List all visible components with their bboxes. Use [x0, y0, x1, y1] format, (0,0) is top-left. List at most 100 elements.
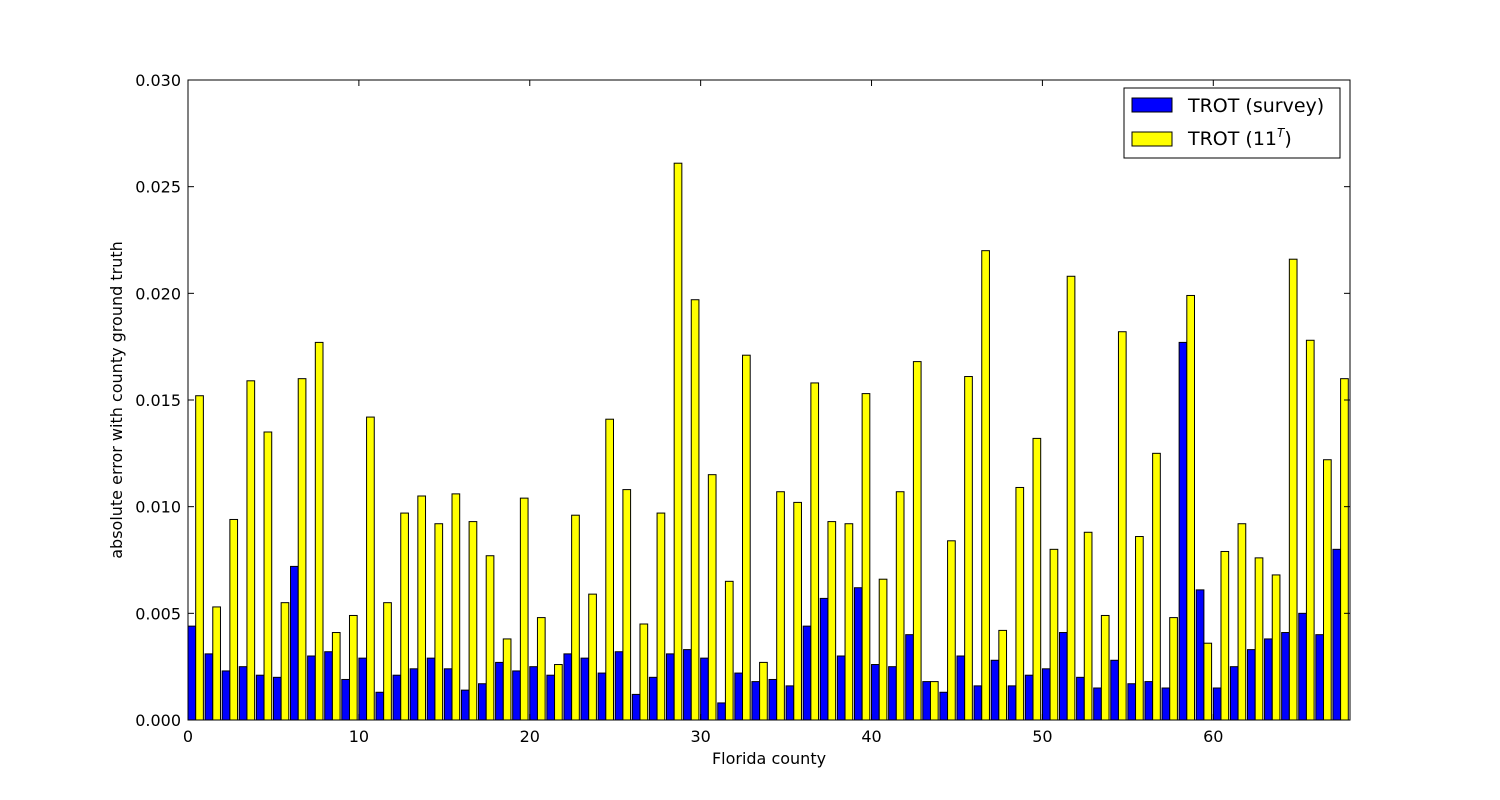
bar-survey-52: [1076, 676, 1085, 721]
bar-11t-13: [417, 495, 427, 721]
bar-survey-64: [1281, 632, 1290, 721]
bar-survey-35: [785, 685, 795, 721]
x-tick-label: 30: [690, 727, 710, 746]
bar-survey-25: [614, 651, 624, 721]
bar-survey-51: [1059, 632, 1068, 721]
bar-survey-7: [307, 655, 316, 721]
bar-11t-47: [998, 629, 1008, 721]
legend-swatch-survey: [1131, 97, 1173, 113]
bar-11t-48: [1015, 486, 1025, 721]
bar-11t-41: [895, 491, 905, 721]
bar-survey-49: [1024, 674, 1034, 721]
bar-11t-53: [1100, 614, 1110, 721]
bar-11t-9: [348, 614, 358, 721]
bar-survey-27: [648, 676, 658, 721]
bar-survey-59: [1195, 589, 1205, 721]
y-tick-label: 0.000: [135, 711, 181, 730]
bar-survey-11: [375, 691, 385, 721]
bar-11t-23: [588, 593, 597, 721]
bar-11t-36: [810, 382, 820, 721]
bar-survey-12: [392, 674, 402, 721]
legend-label-11t: TROT (11T): [1187, 126, 1292, 150]
bar-survey-1: [204, 653, 214, 721]
bar-11t-1: [212, 606, 221, 721]
bar-11t-27: [656, 512, 666, 721]
bar-survey-10: [358, 657, 368, 721]
bar-11t-60: [1220, 550, 1230, 721]
bar-survey-31: [717, 702, 726, 721]
y-axis-label: absolute error with county ground truth: [107, 241, 126, 559]
bar-survey-15: [443, 668, 453, 721]
bar-survey-63: [1264, 638, 1273, 721]
bar-11t-32: [742, 354, 751, 721]
x-tick-label: 10: [349, 727, 369, 746]
bar-survey-24: [597, 672, 607, 721]
bar-11t-66: [1323, 459, 1332, 721]
bar-11t-64: [1288, 258, 1298, 721]
bar-survey-36: [802, 625, 812, 721]
bar-11t-11: [383, 602, 392, 721]
bar-survey-6: [290, 565, 299, 721]
bar-survey-45: [956, 655, 966, 721]
bar-survey-28: [665, 653, 675, 721]
bar-survey-3: [238, 666, 248, 721]
bar-survey-55: [1127, 683, 1137, 721]
bar-survey-5: [272, 676, 282, 721]
x-tick-label: 60: [1203, 727, 1223, 746]
bar-survey-48: [1007, 685, 1017, 721]
y-tick-label: 0.020: [135, 284, 181, 303]
bar-survey-38: [836, 655, 846, 721]
bar-11t-3: [246, 380, 256, 721]
bar-survey-20: [529, 666, 538, 721]
legend-swatch-11t: [1131, 131, 1173, 147]
bar-survey-54: [1110, 659, 1119, 721]
bar-11t-17: [485, 555, 495, 721]
bar-11t-6: [297, 378, 307, 721]
bar-11t-31: [724, 580, 734, 721]
bar-11t-8: [331, 632, 341, 721]
bar-survey-60: [1212, 687, 1222, 721]
bar-11t-18: [502, 638, 512, 721]
bar-11t-42: [912, 361, 922, 721]
bar-survey-66: [1315, 634, 1325, 721]
y-tick-label: 0.005: [135, 604, 181, 623]
bar-survey-33: [751, 681, 761, 721]
bar-survey-43: [922, 681, 931, 721]
bar-survey-40: [871, 664, 880, 721]
bar-survey-44: [939, 691, 949, 721]
bar-11t-7: [314, 341, 324, 721]
bar-11t-39: [861, 393, 871, 721]
bar-11t-5: [280, 602, 290, 721]
x-tick-label: 50: [1032, 727, 1052, 746]
bar-survey-18: [495, 661, 504, 721]
bar-survey-42: [905, 634, 914, 721]
bar-11t-15: [451, 493, 461, 721]
bar-11t-26: [639, 623, 649, 721]
bar-11t-35: [793, 501, 802, 721]
legend: TROT (survey) TROT (11T): [1123, 87, 1341, 159]
bar-11t-34: [776, 491, 785, 721]
bar-11t-14: [434, 523, 444, 721]
bar-11t-50: [1049, 548, 1059, 721]
bar-survey-23: [580, 657, 590, 721]
bar-11t-10: [366, 416, 375, 721]
bar-11t-30: [707, 474, 717, 721]
bar-11t-33: [759, 661, 768, 721]
bar-survey-21: [546, 674, 556, 721]
bar-11t-59: [1203, 642, 1213, 721]
y-tick-label: 0.010: [135, 498, 181, 517]
y-tick-label: 0.025: [135, 178, 181, 197]
bar-survey-39: [853, 587, 863, 721]
bar-11t-43: [929, 681, 939, 721]
bar-survey-67: [1332, 548, 1342, 721]
bar-survey-8: [324, 651, 333, 721]
bar-survey-14: [426, 657, 436, 721]
bar-survey-0: [187, 625, 197, 721]
bar-11t-24: [605, 418, 614, 721]
bar-11t-67: [1340, 378, 1349, 721]
bar-survey-19: [512, 670, 521, 721]
bar-11t-22: [571, 514, 580, 721]
legend-label-survey: TROT (survey): [1187, 95, 1324, 117]
bar-survey-57: [1161, 687, 1171, 721]
bar-11t-25: [622, 489, 632, 721]
